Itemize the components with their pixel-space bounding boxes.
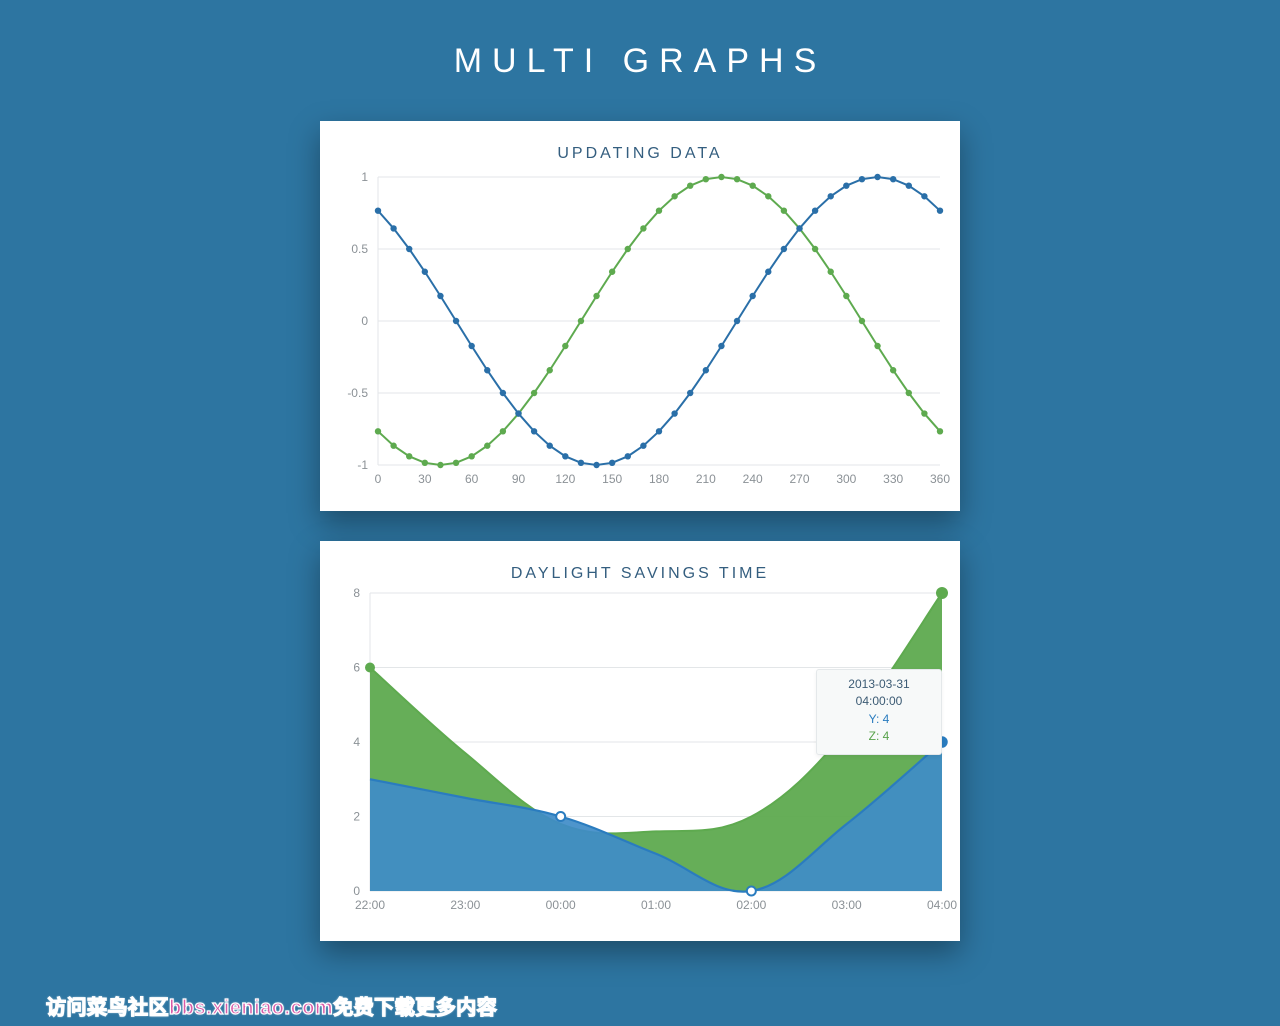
svg-text:360: 360 — [930, 472, 950, 486]
svg-text:8: 8 — [353, 587, 360, 600]
svg-text:90: 90 — [512, 472, 526, 486]
tooltip-time: 04:00:00 — [821, 693, 937, 710]
svg-text:30: 30 — [418, 472, 432, 486]
svg-text:0: 0 — [353, 884, 360, 898]
svg-text:330: 330 — [883, 472, 903, 486]
svg-text:240: 240 — [743, 472, 763, 486]
chart-canvas-updating[interactable]: -1 -0.5 0 0.5 1 0 30 60 90 120 150 180 210 240 270 300 3… — [320, 167, 960, 497]
tooltip-date: 2013-03-31 — [821, 676, 937, 693]
svg-text:01:00: 01:00 — [641, 898, 671, 912]
svg-text:22:00: 22:00 — [355, 898, 385, 912]
svg-text:00:00: 00:00 — [546, 898, 576, 912]
tooltip-z: Z: 4 — [821, 728, 937, 745]
svg-text:60: 60 — [465, 472, 479, 486]
svg-text:120: 120 — [555, 472, 575, 486]
chart-card-dst: DAYLIGHT SAVINGS TIME 0 2 4 6 8 22:00 23:00 00:… — [320, 541, 960, 941]
svg-text:03:00: 03:00 — [832, 898, 862, 912]
svg-text:0: 0 — [375, 472, 382, 486]
svg-text:0.5: 0.5 — [351, 242, 368, 256]
chart-card-updating: UPDATING DATA -1 -0.5 0 0.5 1 0 30 60 90 120 150 18… — [320, 121, 960, 511]
svg-text:04:00: 04:00 — [927, 898, 957, 912]
svg-text:1: 1 — [361, 170, 368, 184]
svg-text:4: 4 — [353, 735, 360, 749]
tooltip-y: Y: 4 — [821, 711, 937, 728]
svg-text:270: 270 — [789, 472, 809, 486]
svg-text:-0.5: -0.5 — [347, 386, 368, 400]
chart-title-dst: DAYLIGHT SAVINGS TIME — [320, 541, 960, 587]
chart-canvas-dst[interactable]: 0 2 4 6 8 22:00 23:00 00:00 01:00 02:00 03:00 04:00 — [320, 587, 960, 923]
svg-text:23:00: 23:00 — [450, 898, 480, 912]
chart-title-updating: UPDATING DATA — [320, 121, 960, 167]
watermark-text: 访问菜鸟社区bbs.xieniao.com免费下载更多内容 — [46, 991, 497, 1020]
chart-tooltip: 2013-03-31 04:00:00 Y: 4 Z: 4 — [816, 669, 942, 755]
svg-text:2: 2 — [353, 810, 360, 824]
svg-text:150: 150 — [602, 472, 622, 486]
svg-text:6: 6 — [353, 661, 360, 675]
svg-text:02:00: 02:00 — [736, 898, 766, 912]
svg-text:180: 180 — [649, 472, 669, 486]
svg-text:210: 210 — [696, 472, 716, 486]
svg-text:300: 300 — [836, 472, 856, 486]
svg-text:-1: -1 — [357, 458, 368, 472]
page-title: MULTI GRAPHS — [0, 0, 1280, 91]
svg-text:0: 0 — [361, 314, 368, 328]
